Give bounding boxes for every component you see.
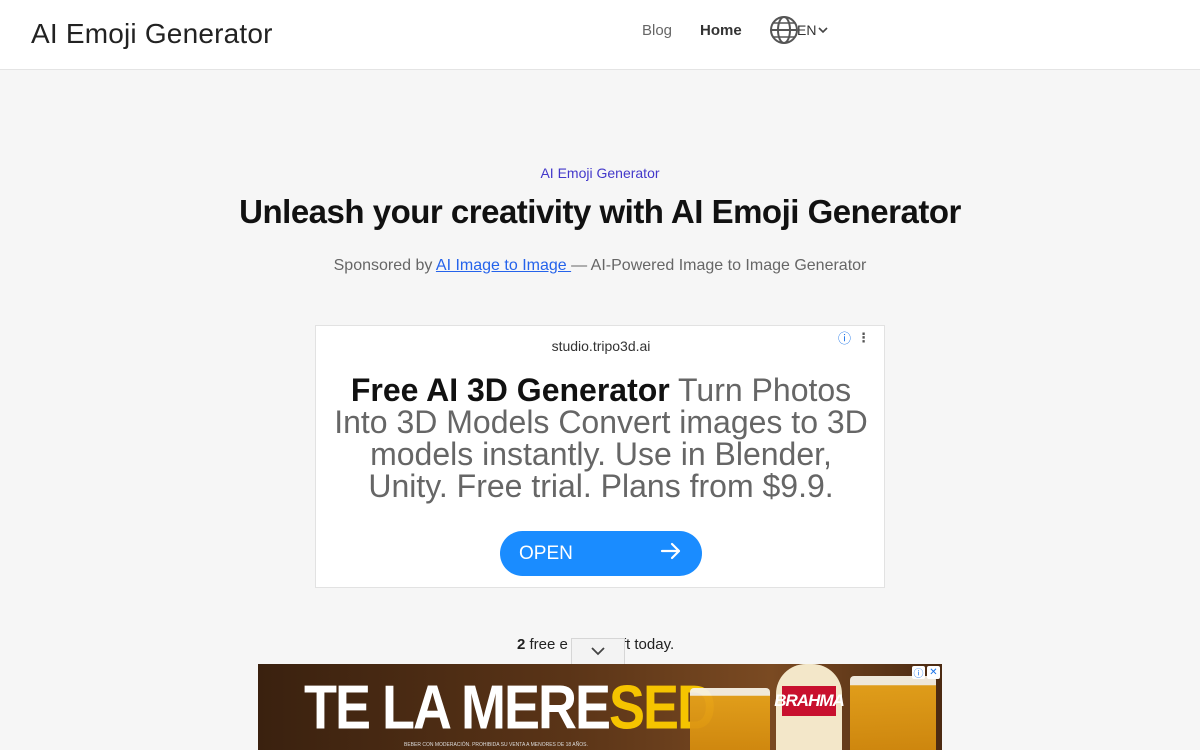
beer-mug-image	[850, 676, 936, 750]
globe-icon	[769, 15, 799, 45]
hero-eyebrow: AI Emoji Generator	[540, 165, 660, 181]
free-text-end: ft today.	[621, 636, 675, 653]
free-text-start: free e	[525, 636, 568, 653]
banner-headline: TE LA MERESED	[304, 672, 716, 743]
nav-home-link[interactable]: Home	[700, 22, 742, 39]
ad-card[interactable]: studio.tripo3d.ai ⓘ ⋮ Free AI 3D Generat…	[315, 325, 885, 588]
more-options-icon[interactable]: ⋮	[857, 330, 870, 346]
ad-choices[interactable]: ⓘ ⋮	[838, 328, 870, 347]
language-selector[interactable]: EN	[769, 15, 829, 45]
chevron-down-icon	[818, 26, 829, 34]
brand-logo-text[interactable]: AI Emoji Generator	[31, 18, 273, 50]
sponsor-suffix: — AI-Powered Image to Image Generator	[571, 257, 867, 274]
banner-headline-white: TE LA MERE	[304, 673, 611, 743]
top-header: AI Emoji Generator Blog Home EN	[0, 0, 1200, 70]
info-icon[interactable]: ⓘ	[912, 666, 925, 680]
ad-headline: Free AI 3D Generator	[350, 372, 670, 408]
ad-copy: Free AI 3D Generator Turn Photos Into 3D…	[330, 374, 872, 502]
chevron-down-icon	[590, 643, 606, 661]
banner-ad-choices[interactable]: ⓘ ✕	[912, 666, 940, 680]
nav-blog-link[interactable]: Blog	[642, 22, 672, 39]
bottom-banner-ad[interactable]: TE LA MERESED BEBER CON MODERACIÓN. PROH…	[258, 664, 942, 750]
beer-glass-image	[690, 688, 770, 750]
arrow-right-icon	[660, 542, 682, 566]
info-icon[interactable]: ⓘ	[838, 328, 851, 347]
ad-open-button[interactable]: OPEN	[500, 531, 702, 576]
banner-fine-print: BEBER CON MODERACIÓN. PROHIBIDA SU VENTA…	[404, 742, 588, 748]
language-code: EN	[797, 22, 817, 38]
banner-collapse-toggle[interactable]	[571, 638, 625, 664]
sponsor-link[interactable]: AI Image to Image	[436, 257, 571, 274]
hero-title: Unleash your creativity with AI Emoji Ge…	[239, 193, 961, 230]
close-icon[interactable]: ✕	[927, 666, 940, 679]
bottle-brand-label: BRAHMA	[774, 686, 845, 716]
beer-bottle-image: BRAHMA	[774, 664, 845, 750]
ad-open-label: OPEN	[519, 542, 573, 564]
ad-domain: studio.tripo3d.ai	[551, 338, 651, 354]
sponsor-prefix: Sponsored by	[333, 257, 436, 274]
sponsor-line: Sponsored by AI Image to Image — AI-Powe…	[0, 257, 1200, 275]
